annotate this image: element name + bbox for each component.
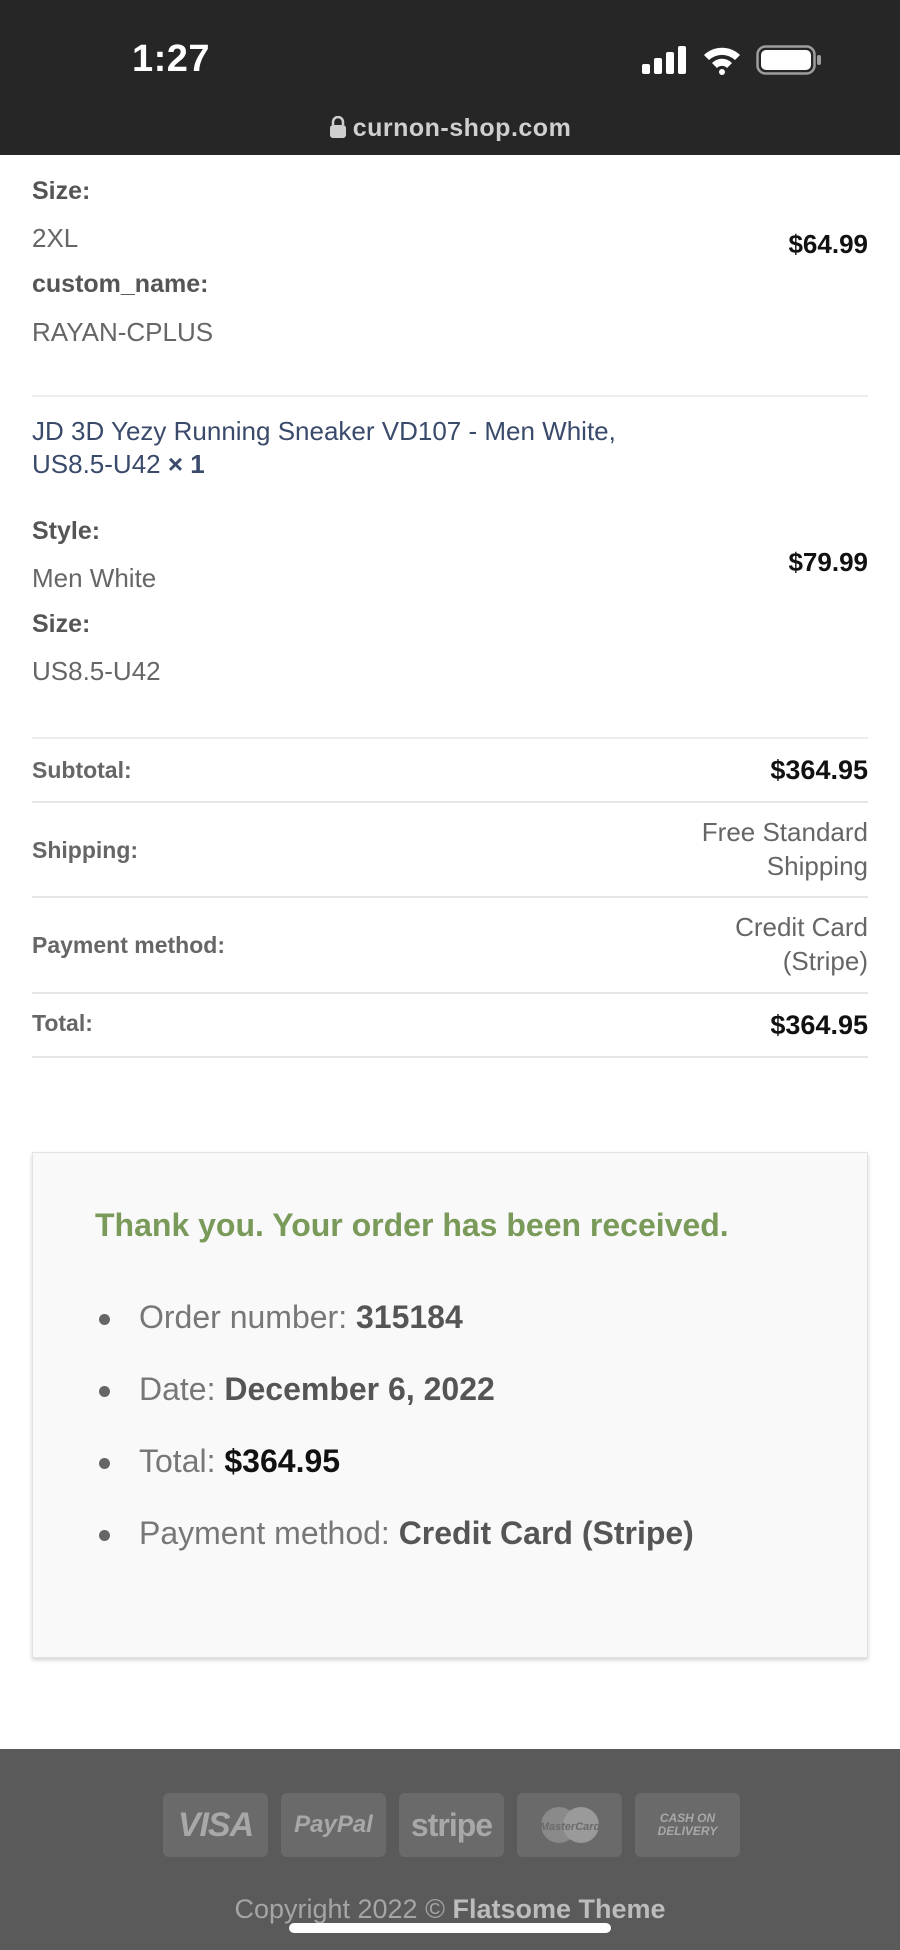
visa-icon: VISA (163, 1793, 268, 1857)
order-number-label: Order number: (139, 1299, 356, 1335)
total-label: Total: (32, 1010, 93, 1036)
cellular-signal-icon (642, 46, 686, 74)
shipping-value-line: Free Standard (701, 817, 868, 847)
order-item-row: Size: 2XL custom_name: RAYAN-CPLUS $64.9… (32, 155, 868, 397)
shipping-value-line: Shipping (766, 851, 868, 881)
theme-link[interactable]: Flatsome Theme (452, 1894, 665, 1924)
payment-method-value: Credit Card (Stripe) (735, 910, 868, 978)
order-date-label: Date: (139, 1371, 225, 1407)
shipping-label: Shipping: (32, 837, 139, 863)
payment-icons: VISA PayPal stripe MasterCard CASH ON DE… (163, 1793, 740, 1857)
wifi-icon (704, 47, 740, 75)
item-price: $79.99 (788, 547, 868, 577)
payment-method-line: Credit Card (735, 912, 868, 942)
status-icons (642, 44, 822, 76)
site-footer: VISA PayPal stripe MasterCard CASH ON DE… (0, 1749, 900, 1950)
order-date-item: Date: December 6, 2022 (95, 1371, 694, 1443)
status-time: 1:27 (132, 38, 211, 80)
order-details: Size: 2XL custom_name: RAYAN-CPLUS $64.9… (32, 155, 868, 1058)
cash-on-delivery-icon: CASH ON DELIVERY (635, 1793, 740, 1857)
subtotal-row: Subtotal: $364.95 (32, 739, 868, 803)
payment-method-label: Payment method: (32, 932, 225, 958)
paypal-icon: PayPal (281, 1793, 386, 1857)
url-text: curnon-shop.com (352, 114, 572, 142)
meta-label: Size: (32, 177, 91, 205)
order-number-value: 315184 (355, 1299, 463, 1335)
product-quantity: × 1 (167, 449, 205, 479)
thank-you-message: Thank you. Your order has been received. (95, 1207, 729, 1243)
mastercard-text: MasterCard (539, 1821, 600, 1833)
payment-method-line: (Stripe) (782, 946, 868, 976)
order-total-item: Total: $364.95 (95, 1443, 694, 1515)
lock-icon (329, 116, 346, 138)
product-name: JD 3D Yezy Running Sneaker VD107 - Men W… (32, 416, 616, 479)
battery-icon (756, 45, 821, 75)
order-item-row: JD 3D Yezy Running Sneaker VD107 - Men W… (32, 397, 868, 739)
meta-label: custom_name: (32, 270, 209, 298)
order-payment-label: Payment method: (139, 1515, 399, 1551)
cod-line: DELIVERY (657, 1824, 718, 1838)
order-received-box: Thank you. Your order has been received.… (32, 1152, 868, 1658)
address-bar[interactable]: curnon-shop.com (0, 114, 900, 143)
order-date-value: December 6, 2022 (224, 1371, 495, 1407)
subtotal-value: $364.95 (770, 755, 868, 785)
item-price: $64.99 (788, 229, 868, 259)
total-row: Total: $364.95 (32, 994, 868, 1058)
copyright-text: Copyright 2022 © (234, 1894, 453, 1924)
order-number-item: Order number: 315184 (95, 1299, 694, 1371)
meta-label: Size: (32, 610, 91, 638)
product-link[interactable]: JD 3D Yezy Running Sneaker VD107 - Men W… (32, 415, 672, 481)
browser-top-bar: 1:27 curnon-shop.com (0, 0, 900, 155)
order-total-label: Total: (139, 1443, 225, 1479)
meta-value: Men White (32, 563, 157, 593)
payment-method-row: Payment method: Credit Card (Stripe) (32, 898, 868, 994)
subtotal-label: Subtotal: (32, 757, 132, 783)
shipping-row: Shipping: Free Standard Shipping (32, 803, 868, 898)
order-payment-item: Payment method: Credit Card (Stripe) (95, 1515, 694, 1587)
total-value: $364.95 (770, 1010, 868, 1040)
order-payment-value: Credit Card (Stripe) (398, 1515, 694, 1551)
order-overview-list: Order number: 315184 Date: December 6, 2… (95, 1299, 694, 1587)
order-total-value: $364.95 (224, 1443, 341, 1479)
mastercard-icon: MasterCard (517, 1793, 622, 1857)
home-indicator[interactable] (289, 1923, 611, 1933)
meta-label: Style: (32, 517, 101, 545)
copyright: Copyright 2022 © Flatsome Theme (0, 1894, 900, 1925)
meta-value: RAYAN-CPLUS (32, 317, 214, 347)
stripe-icon: stripe (399, 1793, 504, 1857)
meta-value: 2XL (32, 223, 79, 253)
shipping-value: Free Standard Shipping (702, 815, 868, 883)
meta-value: US8.5-U42 (32, 656, 161, 686)
